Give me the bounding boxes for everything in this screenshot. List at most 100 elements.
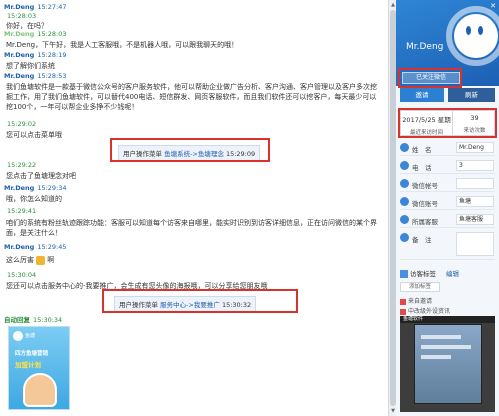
sender-name: Mr.Deng bbox=[4, 184, 35, 192]
message-text: 咱们的系统有粉丝轨迹跟踪功能：客服可以知道每个访客来自哪里，能实时识别到访客详细… bbox=[6, 219, 377, 237]
field-notes: 备 注 bbox=[400, 230, 495, 260]
message-time: 15:29:02 bbox=[7, 120, 37, 128]
message-header: 15:29:02 bbox=[4, 120, 36, 128]
preview-image bbox=[414, 324, 482, 404]
message-time: 15:30:34 bbox=[33, 316, 63, 324]
message-text: 您点击了鱼塘理念对吧 bbox=[6, 172, 76, 180]
sender-name: Mr.Deng bbox=[4, 243, 35, 251]
field-wechat-id: 微信账号 鱼塘 bbox=[400, 194, 495, 210]
referral-text: 来自邀请 bbox=[408, 298, 433, 305]
wechat-icon bbox=[400, 179, 409, 188]
field-label: 备 注 bbox=[412, 236, 432, 244]
sender-name: 自动回复 bbox=[4, 316, 30, 324]
message-header: 自动回复 15:30:34 bbox=[4, 314, 62, 324]
sender-name: Mr.Deng bbox=[4, 72, 35, 80]
field-phone: 电 话 3 bbox=[400, 158, 495, 174]
field-label: 姓 名 bbox=[412, 146, 432, 154]
message-header: Mr.Deng 15:29:45 bbox=[4, 243, 67, 251]
field-value[interactable] bbox=[456, 232, 494, 256]
message-header: 15:29:22 bbox=[4, 161, 36, 169]
referral-item: 来自邀请 bbox=[400, 296, 495, 306]
message-header: 15:28:03 bbox=[4, 12, 36, 20]
sender-name: Mr.Deng bbox=[4, 30, 35, 38]
message-time: 15:30:04 bbox=[7, 271, 37, 279]
highlight-box bbox=[110, 138, 270, 162]
chat-pane: Mr.Deng 15:27:47 15:28:03 你好，在吗？ Mr.Deng 1… bbox=[0, 0, 388, 416]
message-text: 您可以点击菜单哦 bbox=[6, 131, 62, 139]
screen-preview[interactable]: 鱼塘软件 bbox=[400, 316, 495, 412]
thumbs-up-icon bbox=[36, 255, 45, 265]
message-header: 15:30:04 bbox=[4, 271, 36, 279]
field-label: 电 话 bbox=[412, 164, 432, 172]
promo-image-card[interactable]: 鱼塘 四方鱼塘营销 加盟计划 bbox=[8, 326, 70, 410]
message-header: Mr.Deng 15:28:19 bbox=[4, 51, 67, 59]
referral-text: 中改级外设资讯 bbox=[408, 308, 451, 315]
chat-scrollbar[interactable]: ▲ ▼ bbox=[388, 0, 396, 416]
field-label: 所属客服 bbox=[412, 218, 438, 226]
brand-logo-icon bbox=[13, 331, 23, 341]
refresh-button[interactable]: 刷新 bbox=[448, 88, 495, 102]
note-icon bbox=[400, 233, 409, 242]
flag-icon bbox=[400, 308, 406, 315]
message-header: Mr.Deng 15:29:34 bbox=[4, 184, 67, 192]
highlight-box bbox=[398, 108, 497, 138]
message-time: 15:29:45 bbox=[37, 243, 67, 251]
phone-icon bbox=[400, 161, 409, 170]
visitor-tags-header: 访客标签 编辑 bbox=[400, 268, 495, 280]
field-value[interactable]: 鱼塘 bbox=[456, 196, 494, 207]
message-time: 15:28:03 bbox=[37, 30, 67, 38]
field-name: 姓 名 Mr.Deng bbox=[400, 140, 495, 156]
avatar-eye bbox=[466, 26, 471, 35]
sender-name: Mr.Deng bbox=[4, 3, 35, 11]
message-text: 我们鱼塘软件是一款基于微信公众号的客户服务软件，他可以帮助企业做广告分析、客户沟… bbox=[6, 83, 377, 111]
emoji-suffix: 啊 bbox=[47, 256, 55, 264]
card-brand: 鱼塘 bbox=[25, 333, 36, 339]
sender-name: Mr.Deng bbox=[4, 51, 35, 59]
tag-icon bbox=[400, 270, 408, 278]
referral-item: 中改级外设资讯 bbox=[400, 306, 495, 316]
field-value[interactable]: 鱼塘客服 bbox=[456, 214, 494, 225]
message-text-content: 这么厉害 bbox=[6, 256, 34, 264]
avatar bbox=[454, 14, 498, 58]
message-header: 15:29:41 bbox=[4, 207, 36, 215]
highlight-box bbox=[398, 68, 462, 88]
message-header: Mr.Deng 15:28:53 bbox=[4, 72, 67, 80]
close-icon[interactable]: ✕ bbox=[490, 2, 496, 10]
message-time: 15:28:53 bbox=[37, 72, 67, 80]
field-wechat-account: 微信帐号 bbox=[400, 176, 495, 192]
field-assigned-agent: 所属客服 鱼塘客服 bbox=[400, 212, 495, 228]
message-text: Mr.Deng，下午好，我是人工客服哦，不是机器人哦，可以跟我聊天的哦！ bbox=[6, 41, 239, 49]
field-value[interactable] bbox=[456, 178, 494, 189]
preview-title: 鱼塘软件 bbox=[400, 316, 495, 323]
avatar-eye bbox=[478, 26, 483, 35]
card-line-2: 加盟计划 bbox=[15, 361, 41, 369]
message-text: 哦，你怎么知道的 bbox=[6, 195, 62, 203]
message-header: Mr.Deng 15:28:03 bbox=[4, 30, 67, 38]
field-value[interactable]: 3 bbox=[456, 160, 494, 171]
message-time: 15:27:47 bbox=[37, 3, 67, 11]
message-time: 15:28:03 bbox=[7, 12, 37, 20]
add-tag-button[interactable]: 添加标签 bbox=[400, 282, 440, 292]
field-label: 微信帐号 bbox=[412, 182, 438, 190]
message-header: Mr.Deng 15:27:47 bbox=[4, 3, 67, 11]
highlight-box bbox=[102, 289, 298, 313]
preview-line bbox=[421, 355, 451, 359]
person-illustration bbox=[23, 373, 57, 407]
message-time: 15:29:22 bbox=[7, 161, 37, 169]
visitor-info-panel: ✕ Mr.Deng 已关注微信 邀请 刷新 2017/5/25 星期 最近来访时… bbox=[396, 0, 499, 416]
visitor-name: Mr.Deng bbox=[406, 42, 444, 52]
message-time: 15:28:19 bbox=[37, 51, 67, 59]
edit-tags-link[interactable]: 编辑 bbox=[446, 270, 459, 278]
field-label: 微信账号 bbox=[412, 200, 438, 208]
wechat-icon bbox=[400, 197, 409, 206]
flag-icon bbox=[400, 298, 406, 305]
agent-icon bbox=[400, 215, 409, 224]
field-value[interactable]: Mr.Deng bbox=[456, 142, 494, 153]
user-icon bbox=[400, 143, 409, 152]
message-text: 想了解你们系统 bbox=[6, 62, 55, 70]
invite-button[interactable]: 邀请 bbox=[400, 88, 444, 102]
tags-label: 访客标签 bbox=[410, 270, 436, 278]
preview-line bbox=[421, 335, 461, 339]
message-text: 这么厉害 啊 bbox=[4, 255, 54, 265]
message-time: 15:29:41 bbox=[7, 207, 37, 215]
